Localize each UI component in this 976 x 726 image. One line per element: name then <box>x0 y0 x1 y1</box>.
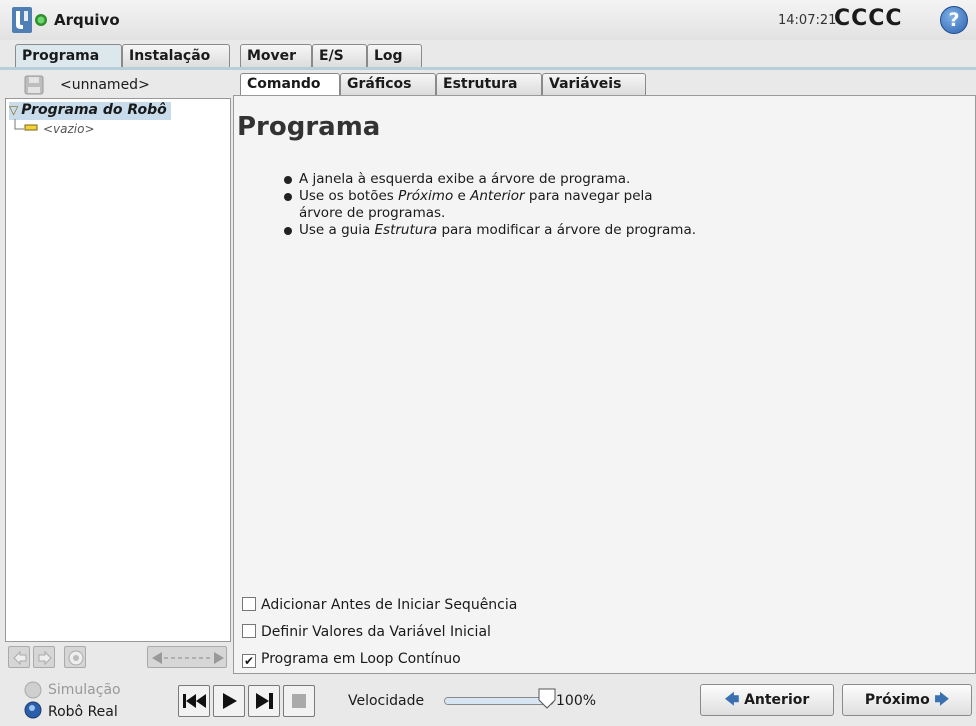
option-loop-forever[interactable]: ✔ Programa em Loop Contínuo <box>242 651 461 668</box>
speed-value: 100% <box>556 693 597 709</box>
status-ok-icon <box>35 14 47 26</box>
tree-root-label: Programa do Robô <box>21 102 167 118</box>
simulation-radio-icon[interactable] <box>24 681 42 699</box>
tab-graficos[interactable]: Gráficos <box>340 73 436 95</box>
play-button[interactable] <box>213 685 245 717</box>
tab-variaveis[interactable]: Variáveis <box>542 73 646 95</box>
stop-button[interactable] <box>283 685 315 717</box>
real-robot-label: Robô Real <box>48 704 118 720</box>
tree-connector-icon <box>14 119 38 131</box>
file-menu[interactable]: Arquivo <box>54 11 120 29</box>
tab-mover[interactable]: Mover <box>240 44 312 68</box>
save-icon[interactable] <box>24 75 44 95</box>
simulation-label: Simulação <box>48 682 121 698</box>
ur-logo-icon <box>12 7 32 33</box>
command-panel: Programa A janela à esquerda exibe a árv… <box>233 95 976 674</box>
list-item: A janela à esquerda exibe a árvore de pr… <box>284 171 696 188</box>
list-item: Use a guia Estrutura para modificar a ár… <box>284 222 696 239</box>
option-initial-variables[interactable]: Definir Valores da Variável Inicial <box>242 624 491 640</box>
tab-instalacao[interactable]: Instalação <box>122 44 230 68</box>
clock: 14:07:21 <box>778 13 837 28</box>
speed-slider-handle-icon[interactable] <box>538 688 556 710</box>
help-icon[interactable]: ? <box>940 6 968 34</box>
speed-label: Velocidade <box>348 693 425 709</box>
arrow-left-icon: 🡄 <box>724 692 740 708</box>
arrow-right-icon: 🡆 <box>934 692 950 708</box>
tree-empty-node[interactable]: <vazio> <box>43 122 95 136</box>
checkbox[interactable] <box>242 624 256 638</box>
tree-root-node[interactable]: ▽ Programa do Robô <box>9 102 171 120</box>
checkbox[interactable] <box>242 597 256 611</box>
checkbox-checked[interactable]: ✔ <box>242 654 256 668</box>
step-button[interactable] <box>248 685 280 717</box>
expand-triangle-icon[interactable]: ▽ <box>9 103 18 117</box>
tab-log[interactable]: Log <box>367 44 422 68</box>
tab-es[interactable]: E/S <box>312 44 367 68</box>
tab-estrutura[interactable]: Estrutura <box>436 73 542 95</box>
tab-bar-underline <box>0 67 976 70</box>
program-file-name: <unnamed> <box>60 77 150 93</box>
list-item: Use os botões Próximo e Anterior para na… <box>284 188 696 222</box>
robot-name: CCCC <box>834 6 903 31</box>
redo-icon[interactable] <box>33 646 55 668</box>
undo-icon[interactable] <box>8 646 30 668</box>
speed-slider-fill <box>445 698 553 704</box>
next-button[interactable]: Próximo 🡆 <box>842 684 972 716</box>
pause-node-icon[interactable] <box>64 646 86 668</box>
previous-button[interactable]: 🡄 Anterior <box>700 684 834 716</box>
skip-back-button[interactable] <box>178 685 210 717</box>
tab-programa[interactable]: Programa <box>15 44 122 69</box>
move-node-icon[interactable] <box>147 646 227 668</box>
top-bar: Arquivo 14:07:21 CCCC ? <box>0 0 976 40</box>
instruction-list: A janela à esquerda exibe a árvore de pr… <box>284 171 696 239</box>
tab-comando[interactable]: Comando <box>240 73 340 96</box>
real-robot-radio-icon[interactable] <box>24 701 42 719</box>
option-before-start[interactable]: Adicionar Antes de Iniciar Sequência <box>242 597 517 613</box>
program-tree[interactable]: ▽ Programa do Robô <vazio> <box>5 98 231 642</box>
page-title: Programa <box>237 112 381 142</box>
